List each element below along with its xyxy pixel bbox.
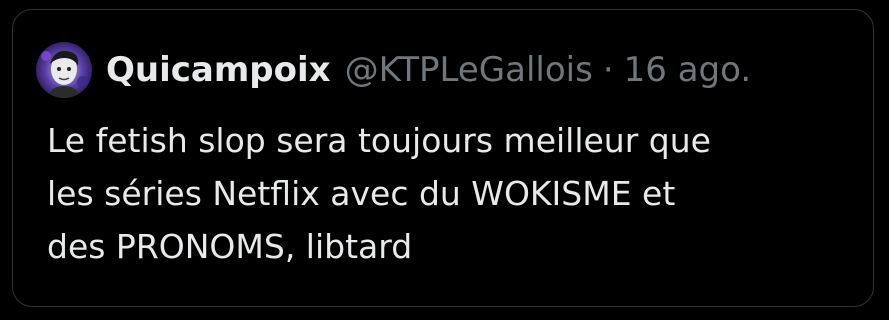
tweet-text-line: les séries Netflix avec du WOKISME et xyxy=(47,174,676,213)
avatar[interactable] xyxy=(36,42,92,98)
author-handle[interactable]: @KTPLeGallois xyxy=(345,50,593,90)
author-display-name[interactable]: Quicampoix xyxy=(106,50,331,90)
tweet-header: Quicampoix @KTPLeGallois · 16 ago. xyxy=(36,40,751,100)
avatar-image xyxy=(36,42,92,98)
tweet-text-line: des PRONOMS, libtard xyxy=(47,227,413,266)
tweet-text-line: Le fetish slop sera toujours meilleur qu… xyxy=(47,121,711,160)
tweet-text: Le fetish slop sera toujours meilleur qu… xyxy=(47,114,847,273)
separator-dot: · xyxy=(602,50,614,90)
tweet-date[interactable]: 16 ago. xyxy=(624,50,752,90)
